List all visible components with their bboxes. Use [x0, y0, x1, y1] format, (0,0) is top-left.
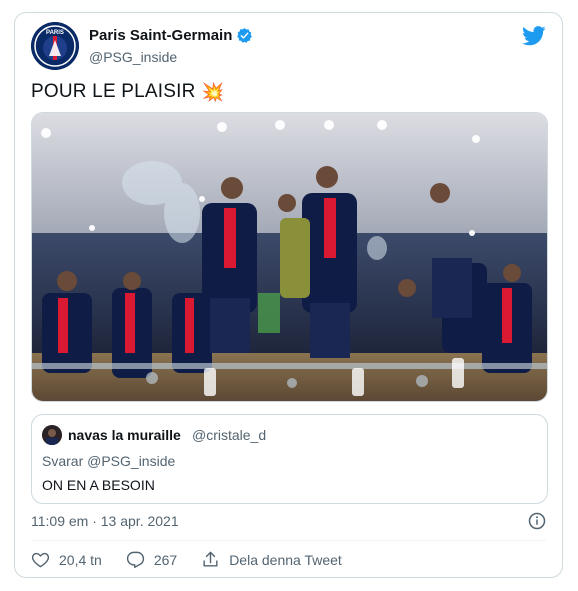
quoted-tweet[interactable]: navas la muraille @cristale_d Svarar @PS…	[31, 414, 548, 504]
like-button[interactable]: 20,4 tn	[31, 550, 102, 569]
quoted-author-handle[interactable]: @cristale_d	[192, 427, 266, 443]
author-handle[interactable]: @PSG_inside	[89, 49, 177, 65]
author-avatar[interactable]: PARIS	[31, 22, 79, 70]
reply-button[interactable]: 267	[126, 550, 177, 569]
twitter-bird-icon[interactable]	[522, 25, 546, 47]
reply-icon	[126, 551, 144, 568]
tweet-card: PARIS Paris Saint-Germain @PSG_inside PO…	[14, 12, 563, 578]
share-icon	[203, 551, 218, 567]
locker-room-photo	[32, 113, 547, 401]
quoted-tweet-text: ON EN A BESOIN	[42, 477, 155, 493]
action-bar: 20,4 tn 267 Dela denna Tweet	[31, 550, 366, 569]
heart-icon	[31, 552, 50, 568]
psg-logo-icon: PARIS	[31, 22, 79, 70]
author-name-row: Paris Saint-Germain	[89, 27, 253, 44]
share-button[interactable]: Dela denna Tweet	[201, 550, 342, 569]
reply-count: 267	[153, 551, 178, 568]
reply-prefix: Svarar	[42, 453, 84, 469]
reply-mention-link[interactable]: @PSG_inside	[87, 453, 175, 469]
quoted-reply-context: Svarar @PSG_inside	[42, 453, 175, 469]
action-divider	[31, 540, 546, 541]
author-display-name[interactable]: Paris Saint-Germain	[89, 27, 232, 44]
svg-text:PARIS: PARIS	[46, 30, 64, 36]
tweet-text: POUR LE PLAISIR 💥	[31, 81, 224, 103]
like-count: 20,4 tn	[59, 551, 102, 568]
quoted-author-avatar[interactable]	[42, 425, 62, 445]
quoted-author-name[interactable]: navas la muraille	[68, 427, 181, 443]
collision-emoji: 💥	[201, 81, 225, 102]
info-icon[interactable]	[528, 512, 546, 530]
tweet-photo[interactable]	[31, 112, 548, 402]
tweet-text-content: POUR LE PLAISIR	[31, 81, 196, 102]
quoted-avatar-image	[42, 425, 62, 445]
share-label: Dela denna Tweet	[229, 551, 342, 568]
tweet-timestamp[interactable]: 11:09 em · 13 apr. 2021	[31, 513, 179, 529]
verified-badge-icon	[237, 28, 253, 43]
